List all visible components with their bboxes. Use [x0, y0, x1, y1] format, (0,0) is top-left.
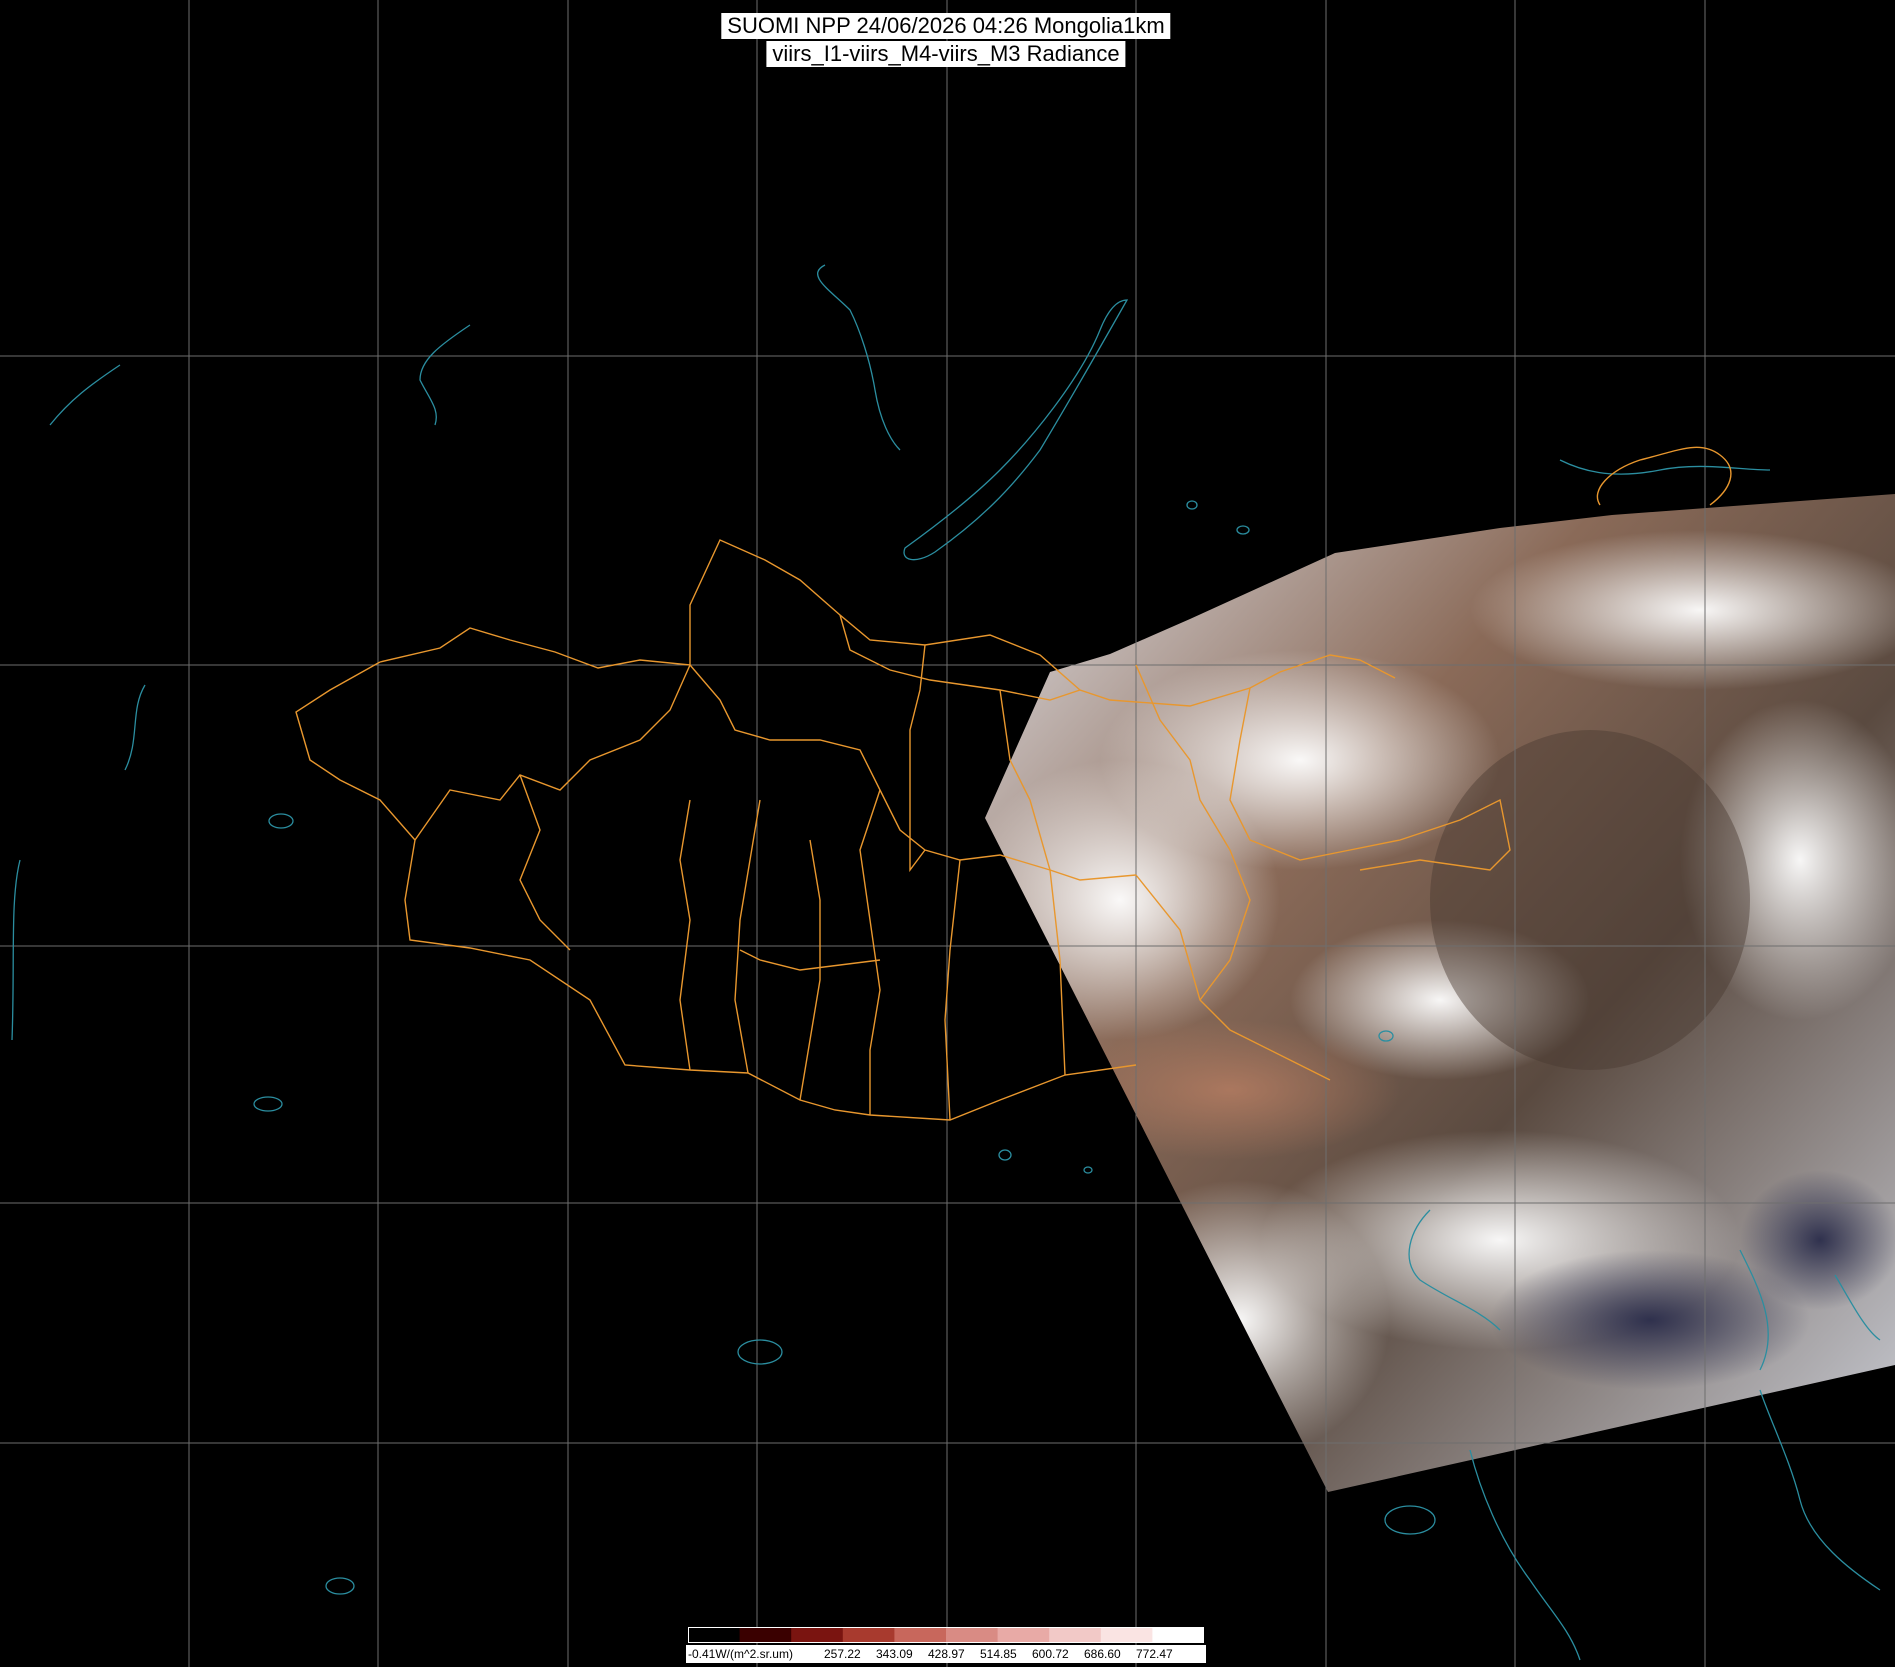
- colorbar-tick-label: 257.22: [824, 1647, 861, 1661]
- colorbar-tick-label: 600.72: [1032, 1647, 1069, 1661]
- colorbar: [688, 1627, 1204, 1643]
- image-title-line1: SUOMI NPP 24/06/2026 04:26 Mongolia1km: [721, 13, 1171, 39]
- colorbar-swatch: [688, 1627, 741, 1643]
- colorbar-swatch: [894, 1627, 947, 1643]
- colorbar-swatch: [739, 1627, 792, 1643]
- satellite-swath-image: [985, 494, 1895, 1492]
- colorbar-labels: -0.41W/(m^2.sr.um) 257.22 343.09 428.97 514.…: [686, 1645, 1206, 1663]
- colorbar-swatch: [997, 1627, 1050, 1643]
- colorbar-tick-label: -0.41W/(m^2.sr.um): [688, 1647, 793, 1661]
- colorbar-tick-label: 514.85: [980, 1647, 1017, 1661]
- colorbar-swatch: [791, 1627, 844, 1643]
- colorbar-swatch: [842, 1627, 895, 1643]
- colorbar-tick-label: 772.47: [1136, 1647, 1173, 1661]
- colorbar-swatch: [1049, 1627, 1102, 1643]
- colorbar-swatch: [946, 1627, 999, 1643]
- colorbar-swatch: [1100, 1627, 1153, 1643]
- colorbar-swatch: [1152, 1627, 1204, 1643]
- colorbar-tick-label: 686.60: [1084, 1647, 1121, 1661]
- colorbar-tick-label: 343.09: [876, 1647, 913, 1661]
- image-title-line2: viirs_I1-viirs_M4-viirs_M3 Radiance: [766, 41, 1126, 67]
- colorbar-tick-label: 428.97: [928, 1647, 965, 1661]
- satellite-map: [0, 0, 1895, 1667]
